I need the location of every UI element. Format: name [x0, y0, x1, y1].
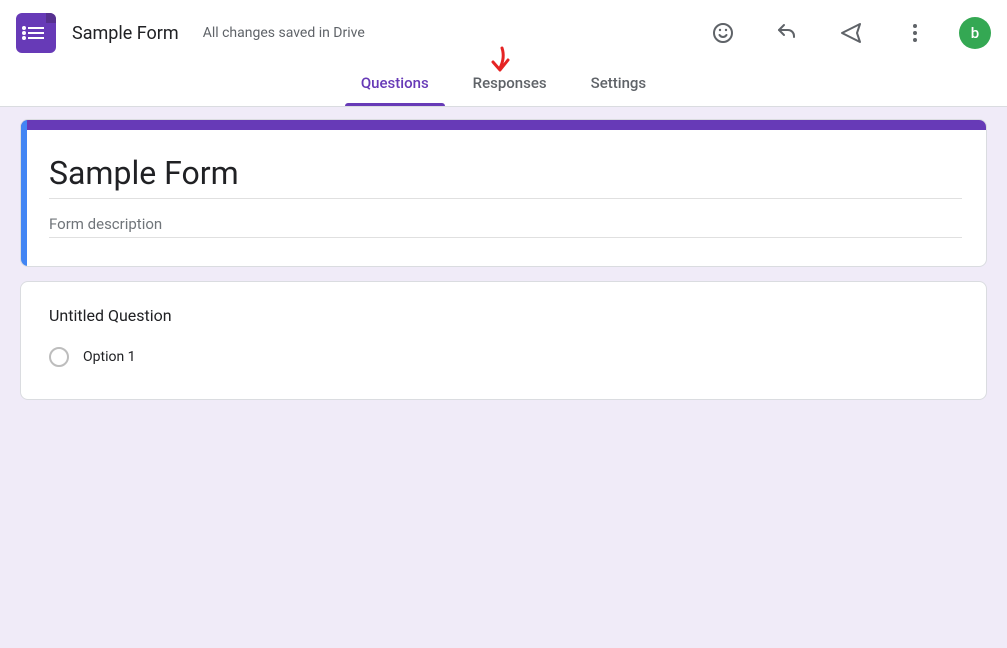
- question-card[interactable]: Untitled Question Option 1: [20, 281, 987, 400]
- account-avatar[interactable]: b: [959, 17, 991, 49]
- more-button[interactable]: [895, 13, 935, 53]
- tab-settings[interactable]: Settings: [583, 66, 655, 106]
- customize-theme-button[interactable]: [703, 13, 743, 53]
- option-row: Option 1: [49, 347, 962, 367]
- app-header: Sample Form All changes saved in Drive: [0, 0, 1007, 66]
- form-description-input[interactable]: Form description: [49, 211, 962, 238]
- undo-button[interactable]: [767, 13, 807, 53]
- question-title[interactable]: Untitled Question: [49, 306, 962, 325]
- tab-bar: Questions Responses Settings: [0, 66, 1007, 107]
- tab-questions[interactable]: Questions: [353, 66, 437, 106]
- save-status: All changes saved in Drive: [203, 25, 365, 41]
- title-card[interactable]: Sample Form Form description: [20, 119, 987, 267]
- tab-responses[interactable]: Responses: [465, 66, 555, 106]
- radio-icon: [49, 347, 69, 367]
- form-title-input[interactable]: Sample Form: [49, 148, 962, 199]
- form-name[interactable]: Sample Form: [72, 23, 179, 44]
- header-actions: b: [703, 13, 991, 53]
- forms-logo-icon[interactable]: [16, 13, 56, 53]
- send-button[interactable]: [831, 13, 871, 53]
- option-label[interactable]: Option 1: [83, 349, 136, 365]
- form-canvas: Sample Form Form description Untitled Qu…: [0, 107, 1007, 412]
